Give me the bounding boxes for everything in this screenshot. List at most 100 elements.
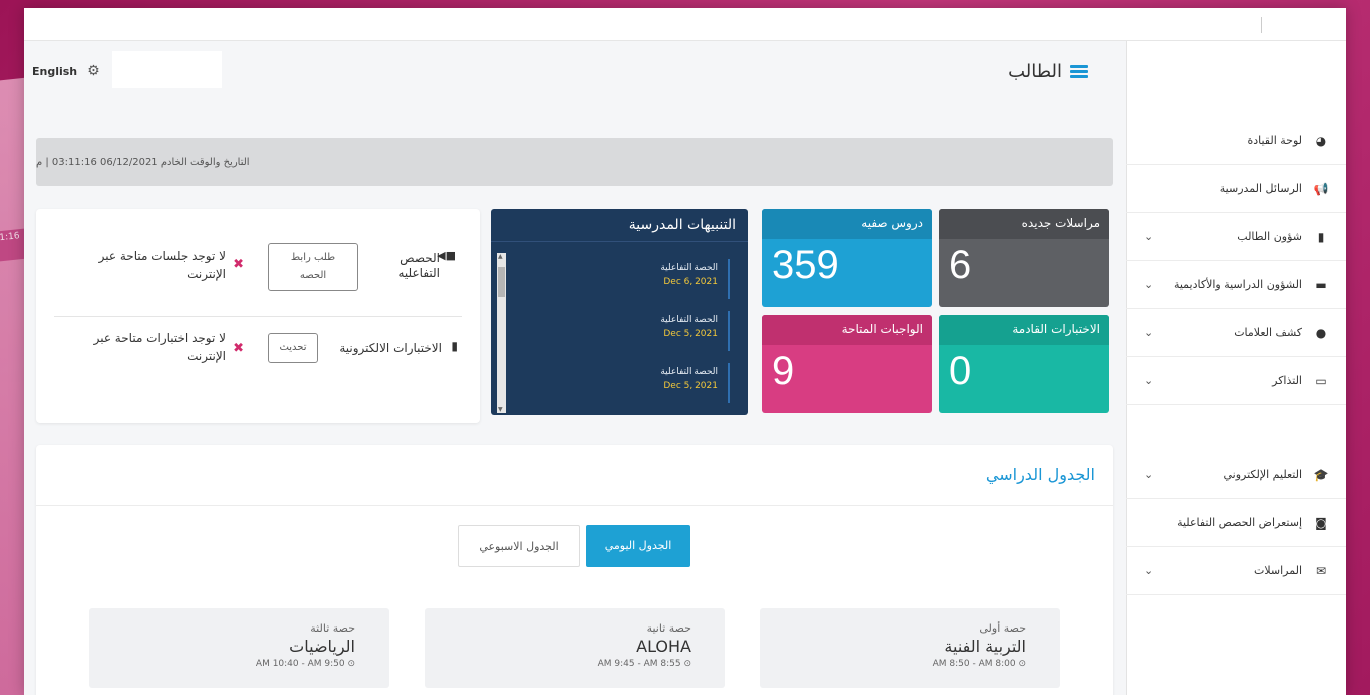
period-time: ⊙ AM 9:45 - AM 8:55 bbox=[425, 659, 691, 669]
refresh-button[interactable]: تحديث bbox=[268, 333, 318, 363]
sidebar-item-label: كشف العلامات bbox=[1234, 326, 1302, 339]
sidebar-item-label: الرسائل المدرسية bbox=[1219, 182, 1302, 195]
settings-gear-icon[interactable]: ⚙ bbox=[87, 63, 100, 79]
request-session-link-button[interactable]: طلب رابط الحصه bbox=[268, 243, 358, 291]
sidebar-item-academic-affairs[interactable]: ▬ الشؤون الدراسية والأكاديمية ⌄ bbox=[1126, 261, 1346, 309]
header-blank-box bbox=[112, 51, 222, 88]
app-window: English ⚙ الطالب التاريخ والوقت الخادم 0… bbox=[24, 8, 1346, 695]
laptop-icon: ▭ bbox=[1315, 373, 1327, 388]
period-time-text: AM 9:45 - AM 8:55 bbox=[597, 659, 681, 669]
briefcase-icon: ▬ bbox=[1315, 277, 1327, 292]
period-time-text: AM 10:40 - AM 9:50 bbox=[255, 659, 345, 669]
server-time-bar: التاريخ والوقت الخادم 06/12/2021 ‎|‎ 03:… bbox=[36, 138, 1113, 186]
camera-icon: ◙ bbox=[1315, 515, 1327, 530]
sidebar-item-student-affairs[interactable]: ▮ شؤون الطالب ⌄ bbox=[1126, 213, 1346, 261]
class-lessons-label: دروس صفيه bbox=[762, 209, 932, 239]
sidebar-item-label: إستعراض الحصص التفاعلية bbox=[1177, 516, 1302, 529]
chevron-down-icon: ⌄ bbox=[1144, 468, 1154, 481]
clock-icon: ⊙ bbox=[344, 659, 355, 669]
period-card[interactable]: حصة أولى التربية الفنية ⊙ AM 8:50 - AM 8… bbox=[760, 608, 1060, 688]
period-card[interactable]: حصة ثالثة الرياضيات ⊙ AM 10:40 - AM 9:50 bbox=[89, 608, 389, 688]
new-messages-label: مراسلات جديده bbox=[939, 209, 1109, 239]
alert-title: الحصة التفاعلية bbox=[660, 315, 718, 325]
chevron-down-icon: ⌄ bbox=[1144, 326, 1154, 339]
sidebar-item-school-messages[interactable]: 📢 الرسائل المدرسية bbox=[1126, 165, 1346, 213]
scroll-up-arrow-icon[interactable]: ▲ bbox=[498, 253, 503, 260]
online-exams-title: الاختبارات الالكترونية bbox=[339, 341, 442, 355]
alert-date: Dec 5, 2021 bbox=[663, 329, 718, 339]
weekly-schedule-tab[interactable]: الجدول الاسبوعي bbox=[458, 525, 580, 567]
alert-item[interactable]: الحصة التفاعلية Dec 6, 2021 bbox=[580, 259, 730, 299]
alert-date: Dec 6, 2021 bbox=[663, 277, 718, 287]
period-time: ⊙ AM 8:50 - AM 8:00 bbox=[760, 659, 1026, 669]
period-number: حصة ثانية bbox=[646, 622, 691, 635]
scrollbar-thumb[interactable] bbox=[498, 267, 505, 297]
chevron-down-icon: ⌄ bbox=[1144, 230, 1154, 243]
alerts-title: التنبيهات المدرسية bbox=[628, 217, 736, 233]
alert-item[interactable]: الحصة التفاعلية Dec 5, 2021 bbox=[580, 311, 730, 351]
sidebar-item-label: لوحة القيادة bbox=[1247, 134, 1302, 147]
sidebar-item-label: المراسلات bbox=[1253, 564, 1302, 577]
sidebar: ◕ لوحة القيادة 📢 الرسائل المدرسية ▮ شؤون… bbox=[1126, 41, 1346, 695]
document-icon: ▮ bbox=[451, 339, 458, 353]
sidebar-item-label: التعليم الإلكتروني bbox=[1223, 468, 1303, 481]
period-number: حصة ثالثة bbox=[310, 622, 355, 635]
megaphone-icon: 📢 bbox=[1313, 181, 1329, 196]
alert-date: Dec 5, 2021 bbox=[663, 381, 718, 391]
period-time: ⊙ AM 10:40 - AM 9:50 bbox=[89, 659, 355, 669]
period-time-text: AM 8:50 - AM 8:00 bbox=[932, 659, 1016, 669]
upcoming-exams-tile[interactable]: الاختبارات القادمة 0 bbox=[939, 315, 1109, 413]
period-subject: التربية الفنية bbox=[944, 637, 1026, 656]
sidebar-item-label: شؤون الطالب bbox=[1237, 230, 1302, 243]
new-messages-count: 6 bbox=[949, 243, 972, 287]
error-x-icon: ✖ bbox=[233, 341, 244, 356]
circle-icon: ● bbox=[1315, 325, 1327, 340]
scroll-down-arrow-icon[interactable]: ▼ bbox=[498, 406, 503, 413]
schedule-title: الجدول الدراسي bbox=[985, 465, 1095, 484]
online-sessions-message: لا توجد جلسات متاحة عبر الإنترنت bbox=[98, 249, 226, 281]
class-lessons-count: 359 bbox=[772, 243, 839, 287]
daily-schedule-tab[interactable]: الجدول اليومي bbox=[586, 525, 690, 567]
class-lessons-tile[interactable]: دروس صفيه 359 bbox=[762, 209, 932, 307]
sidebar-item-dashboard[interactable]: ◕ لوحة القيادة bbox=[1126, 117, 1346, 165]
available-homework-label: الواجبات المتاحة bbox=[762, 315, 932, 345]
sidebar-item-e-learning[interactable]: 🎓 التعليم الإلكتروني ⌄ bbox=[1126, 451, 1346, 499]
chevron-down-icon: ⌄ bbox=[1144, 564, 1154, 577]
sidebar-item-label: الشؤون الدراسية والأكاديمية bbox=[1173, 278, 1302, 291]
envelope-icon: ✉ bbox=[1315, 563, 1327, 578]
sidebar-item-label: التذاكر bbox=[1272, 374, 1302, 387]
upcoming-exams-count: 0 bbox=[949, 349, 972, 393]
sidebar-item-tickets[interactable]: ▭ التذاكر ⌄ bbox=[1126, 357, 1346, 405]
error-x-icon: ✖ bbox=[233, 257, 244, 272]
new-messages-tile[interactable]: مراسلات جديده 6 bbox=[939, 209, 1109, 307]
graduation-cap-icon: 🎓 bbox=[1313, 467, 1329, 482]
online-exams-row: ▮ الاختبارات الالكترونية تحديث ✖ لا توجد… bbox=[36, 321, 480, 411]
online-exams-message: لا توجد اختبارات متاحة عبر الإنترنت bbox=[93, 331, 226, 363]
menu-toggle-icon[interactable] bbox=[1070, 64, 1088, 79]
page-header: English ⚙ الطالب bbox=[24, 41, 1124, 111]
online-sessions-title: الحصص التفاعليه bbox=[398, 251, 440, 280]
language-switch[interactable]: English ⚙ bbox=[32, 63, 100, 79]
clock-icon: ⊙ bbox=[680, 659, 691, 669]
schedule-divider bbox=[36, 505, 1113, 506]
language-label[interactable]: English bbox=[32, 65, 77, 78]
alerts-divider bbox=[491, 241, 748, 242]
period-subject: الرياضيات bbox=[289, 637, 355, 656]
period-card[interactable]: حصة ثانية ALOHA ⊙ AM 9:45 - AM 8:55 bbox=[425, 608, 725, 688]
alert-item[interactable]: الحصة التفاعلية Dec 5, 2021 bbox=[580, 363, 730, 403]
topbar bbox=[24, 8, 1346, 41]
pie-chart-icon: ◕ bbox=[1315, 133, 1327, 148]
chevron-down-icon: ⌄ bbox=[1144, 374, 1154, 387]
available-homework-tile[interactable]: الواجبات المتاحة 9 bbox=[762, 315, 932, 413]
alerts-scrollbar[interactable]: ▲ ▼ bbox=[497, 253, 506, 413]
sidebar-item-interactive-sessions[interactable]: ◙ إستعراض الحصص التفاعلية bbox=[1126, 499, 1346, 547]
page-title-text: الطالب bbox=[1008, 61, 1062, 82]
clock-icon: ⊙ bbox=[1015, 659, 1026, 669]
page-title: الطالب bbox=[1008, 61, 1088, 82]
online-divider bbox=[54, 316, 462, 317]
alert-title: الحصة التفاعلية bbox=[660, 263, 718, 273]
sidebar-item-correspondence[interactable]: ✉ المراسلات ⌄ bbox=[1126, 547, 1346, 595]
school-alerts-panel: التنبيهات المدرسية الحصة التفاعلية Dec 6… bbox=[491, 209, 748, 415]
sidebar-item-grades[interactable]: ● كشف العلامات ⌄ bbox=[1126, 309, 1346, 357]
topbar-divider bbox=[1261, 17, 1262, 33]
